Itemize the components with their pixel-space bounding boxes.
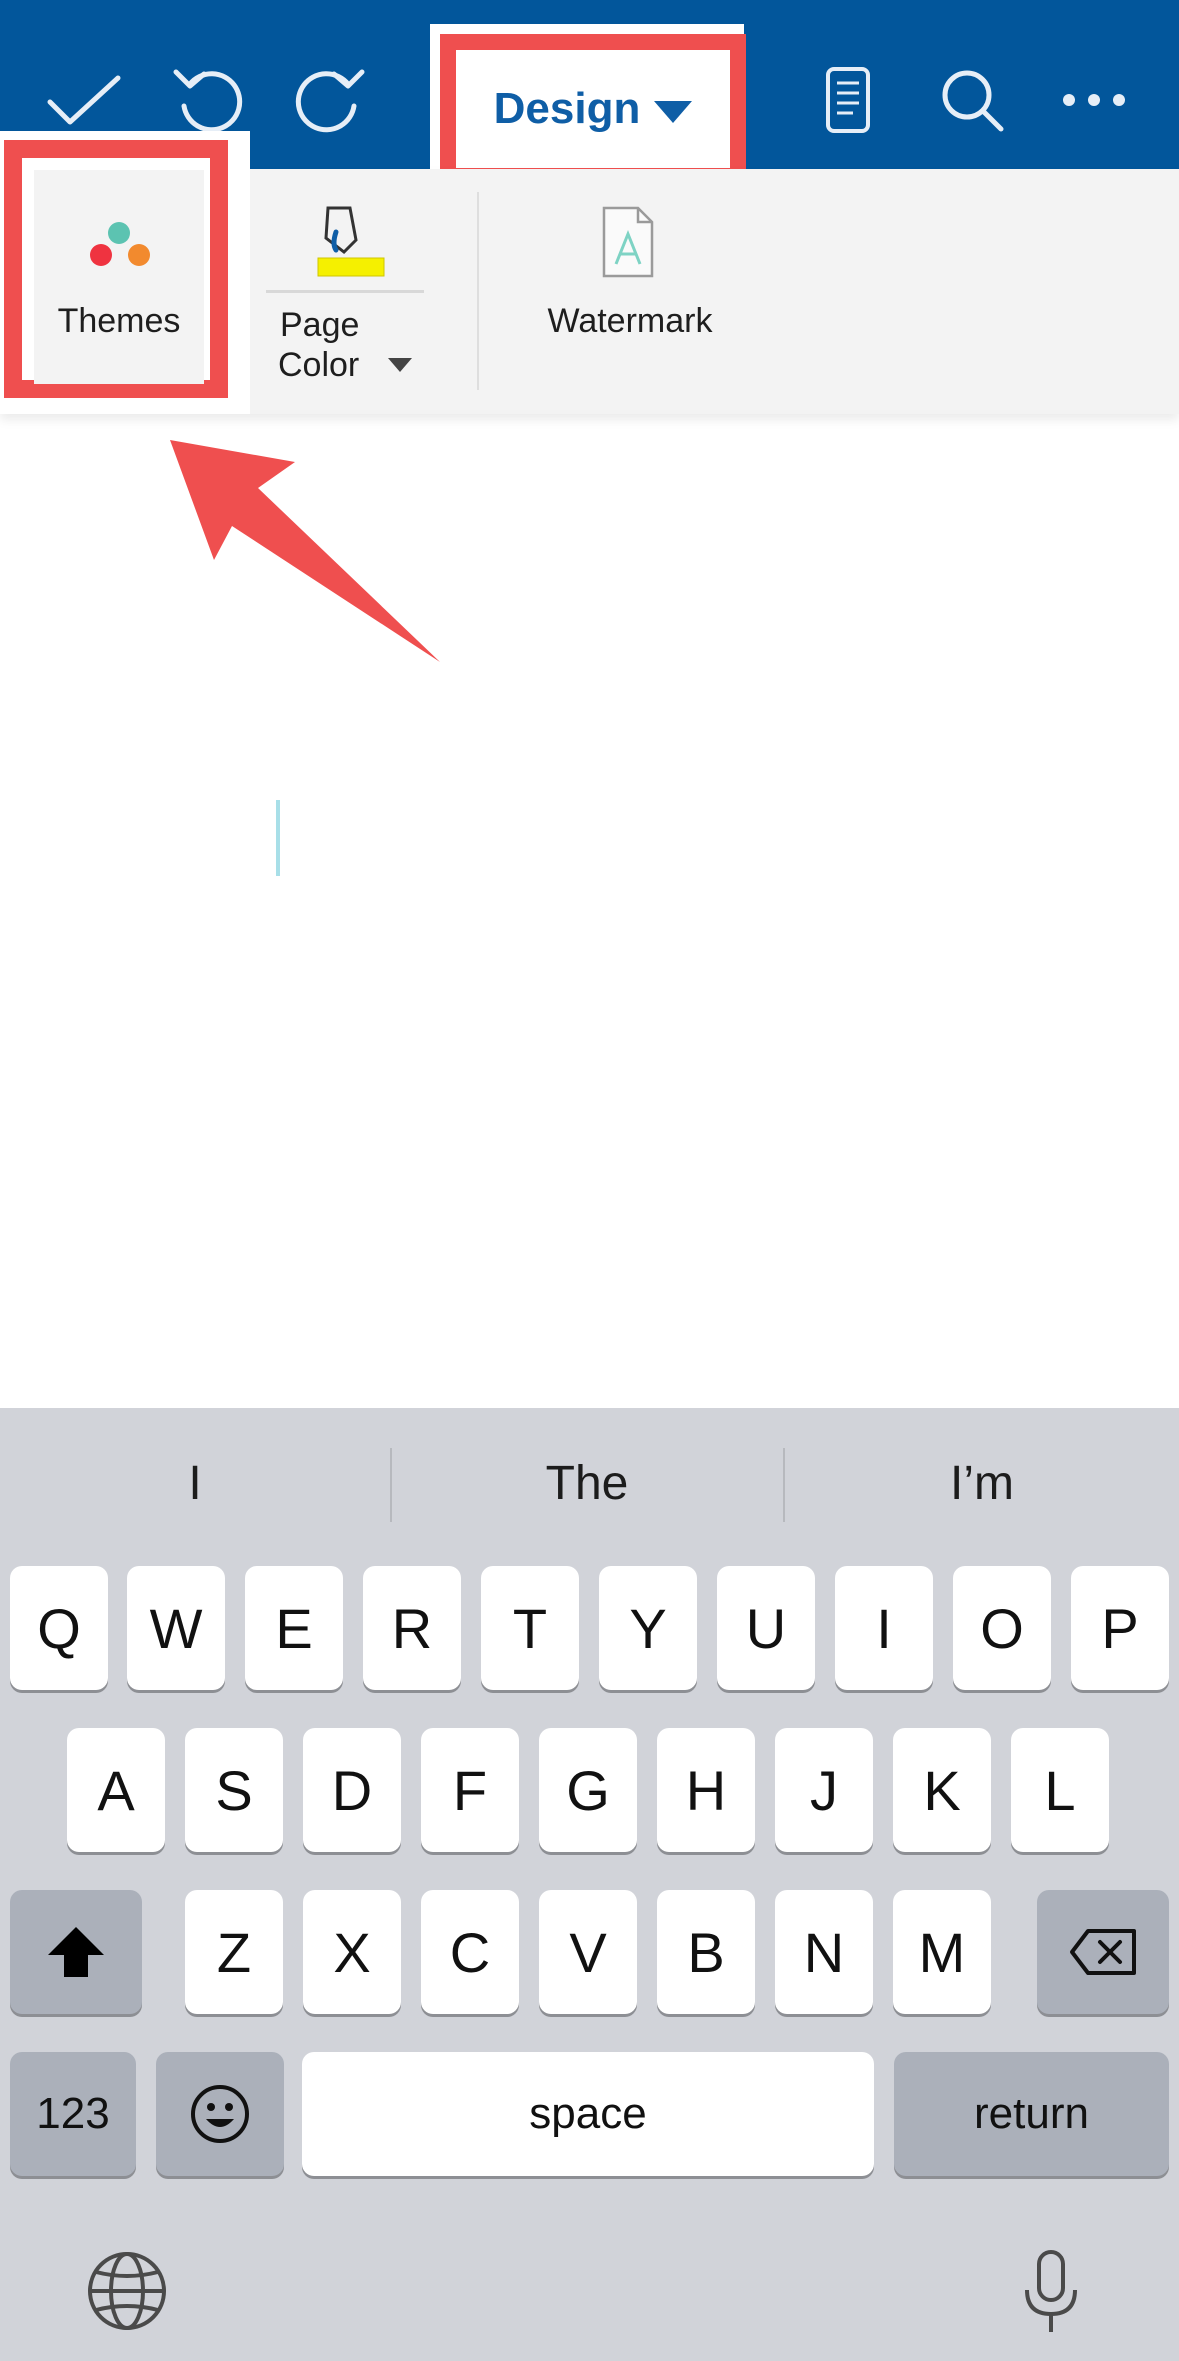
key[interactable]: A [67, 1728, 165, 1852]
return-key[interactable]: return [894, 2052, 1169, 2176]
theme-dot-icon [128, 244, 150, 266]
key[interactable]: X [303, 1890, 401, 2014]
key[interactable]: D [303, 1728, 401, 1852]
chevron-down-icon [388, 358, 412, 372]
key[interactable]: W [127, 1566, 225, 1690]
theme-dot-icon [90, 244, 112, 266]
key[interactable]: N [775, 1890, 873, 2014]
watermark-label: Watermark [547, 302, 713, 340]
key[interactable]: J [775, 1728, 873, 1852]
key[interactable]: C [421, 1890, 519, 2014]
emoji-key[interactable] [156, 2052, 284, 2176]
ribbon-divider [477, 192, 479, 390]
theme-dot-icon [108, 222, 130, 244]
space-key[interactable]: space [302, 2052, 874, 2176]
more-options-icon[interactable] [1046, 52, 1142, 148]
redo-icon[interactable] [282, 52, 378, 148]
globe-icon[interactable] [86, 2250, 168, 2337]
annotation-arrow-icon [170, 440, 440, 662]
watermark-button[interactable]: Watermark [520, 190, 740, 360]
suggestion-item[interactable]: The [392, 1408, 782, 1558]
delete-key[interactable] [1037, 1890, 1169, 2014]
key[interactable]: B [657, 1890, 755, 2014]
key[interactable]: R [363, 1566, 461, 1690]
page-color-button[interactable]: Page Color [260, 190, 430, 390]
page-color-label: Color [278, 346, 360, 384]
ios-keyboard: I The I’m Q W E R T Y U I O P A S D F G … [0, 1408, 1179, 2361]
numbers-key[interactable]: 123 [10, 2052, 136, 2176]
key[interactable]: T [481, 1566, 579, 1690]
key[interactable]: G [539, 1728, 637, 1852]
themes-label: Themes [57, 302, 181, 340]
divider [266, 290, 424, 293]
page-color-label: Page [280, 306, 360, 344]
watermark-document-icon [602, 206, 654, 278]
key[interactable]: Y [599, 1566, 697, 1690]
text-cursor [276, 800, 280, 876]
design-tab-dropdown[interactable]: Design [456, 50, 730, 168]
mobile-view-icon[interactable] [800, 52, 896, 148]
themes-button[interactable]: Themes [34, 170, 204, 384]
key[interactable]: Q [10, 1566, 108, 1690]
key[interactable]: V [539, 1890, 637, 2014]
search-icon[interactable] [924, 52, 1020, 148]
key[interactable]: H [657, 1728, 755, 1852]
emoji-smiley-icon [191, 2085, 249, 2143]
design-tab-label: Design [493, 84, 641, 133]
shift-arrow-icon [48, 1927, 104, 1977]
key[interactable]: I [835, 1566, 933, 1690]
key[interactable]: Z [185, 1890, 283, 2014]
backspace-icon [1070, 1929, 1136, 1975]
microphone-icon[interactable] [1020, 2248, 1082, 2343]
key[interactable]: O [953, 1566, 1051, 1690]
key[interactable]: M [893, 1890, 991, 2014]
paint-bucket-icon [317, 206, 385, 277]
key[interactable]: F [421, 1728, 519, 1852]
key[interactable]: E [245, 1566, 343, 1690]
key[interactable]: P [1071, 1566, 1169, 1690]
key[interactable]: K [893, 1728, 991, 1852]
chevron-down-icon [654, 101, 693, 123]
key[interactable]: U [717, 1566, 815, 1690]
key[interactable]: S [185, 1728, 283, 1852]
key[interactable]: L [1011, 1728, 1109, 1852]
suggestion-item[interactable]: I’m [785, 1408, 1179, 1558]
suggestion-item[interactable]: I [0, 1408, 390, 1558]
shift-key[interactable] [10, 1890, 142, 2014]
